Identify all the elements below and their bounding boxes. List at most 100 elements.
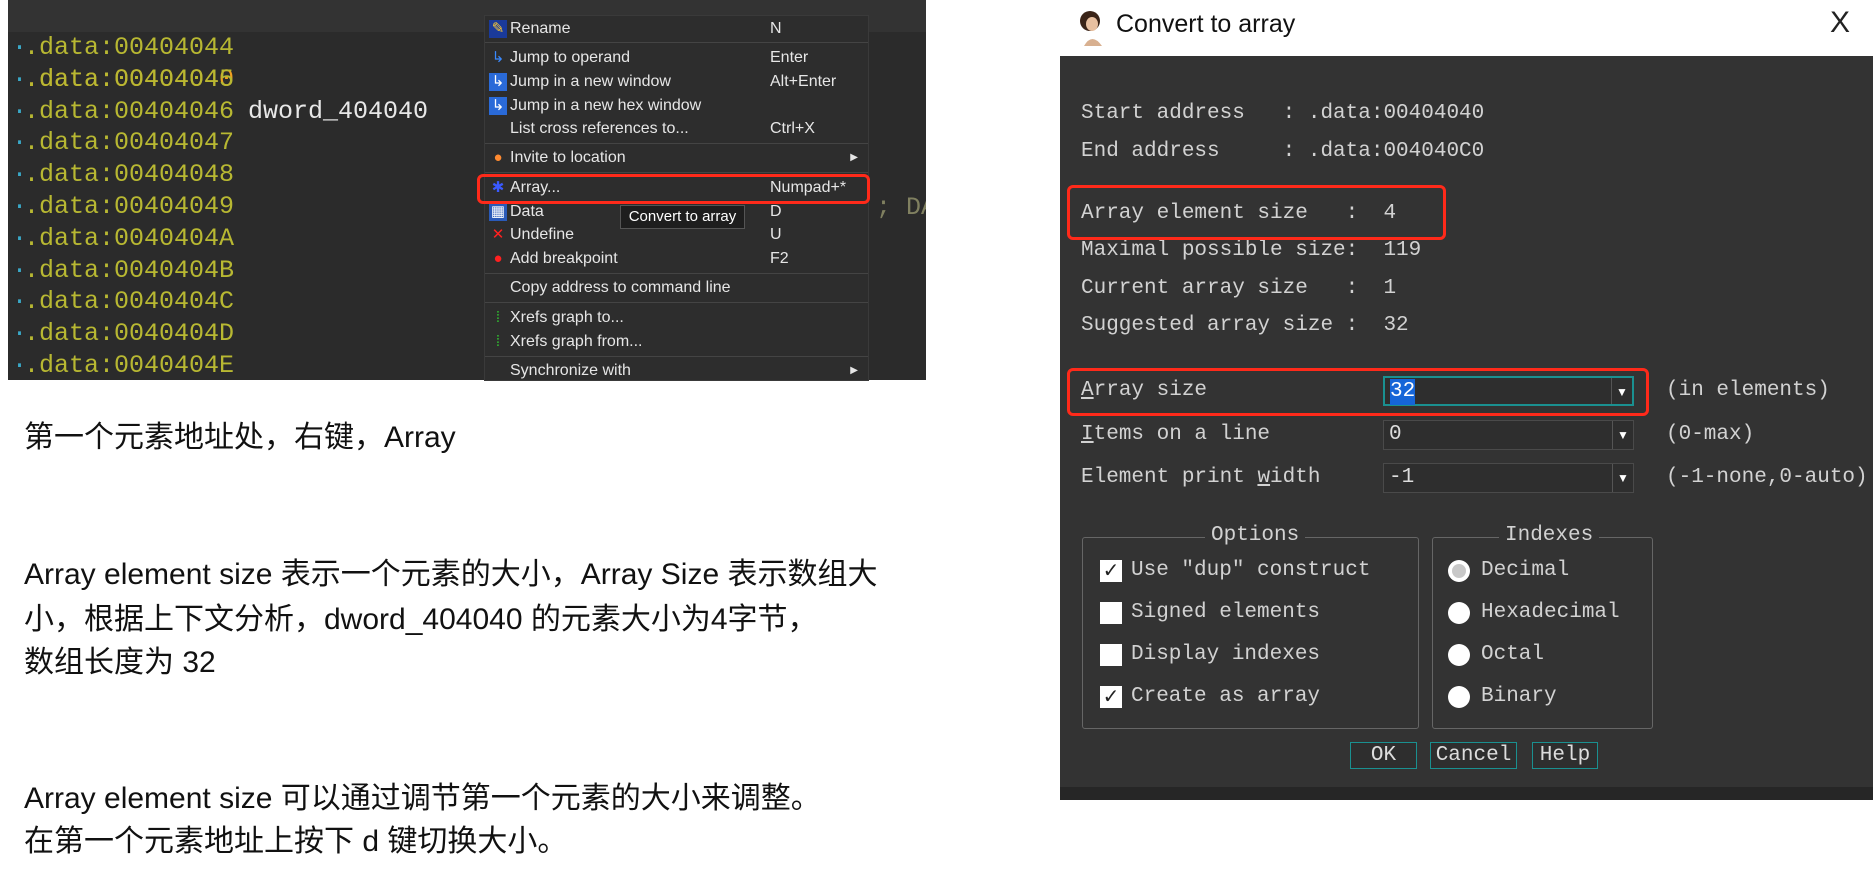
- undefine-x-icon: ✕: [491, 226, 505, 243]
- menu-item-shortcut: U: [770, 226, 782, 243]
- end-address: End address : .data:004040C0: [1081, 140, 1485, 163]
- menu-item-xrefs-graph-to[interactable]: ⁞ Xrefs graph to...: [485, 306, 868, 330]
- radio-button[interactable]: [1448, 644, 1470, 666]
- rename-icon: ✎: [489, 20, 507, 38]
- jump-arrow-icon: ↳: [491, 49, 505, 66]
- menu-item-shortcut: F2: [770, 250, 789, 267]
- array-size-hint: (in elements): [1666, 379, 1830, 402]
- menu-item-shortcut: N: [770, 20, 782, 37]
- menu-item-label: Copy address to command line: [510, 279, 731, 296]
- submenu-arrow-icon: ▶: [850, 365, 858, 376]
- menu-item-add-breakpoint[interactable]: ● Add breakpoint F2: [485, 247, 868, 271]
- address: .data:00404046: [24, 96, 235, 126]
- menu-separator: [485, 356, 868, 357]
- indexes-group: Indexes Decimal Hexadecimal Octal Binary: [1432, 524, 1653, 729]
- checkbox-label[interactable]: Signed elements: [1131, 600, 1320, 626]
- submenu-arrow-icon: ▶: [850, 152, 858, 163]
- address: .data:00404045: [24, 64, 235, 94]
- menu-item-jump-in-a-new-window[interactable]: ↳ Jump in a new window Alt+Enter: [485, 70, 868, 94]
- checkbox[interactable]: [1100, 644, 1122, 666]
- items-on-line-combo[interactable]: 0 ▼: [1383, 420, 1634, 450]
- menu-item-rename[interactable]: ✎ Rename N: [485, 17, 868, 41]
- note-2-line-1: Array element size 表示一个元素的大小，Array Size …: [24, 558, 878, 591]
- maximal-possible-size: Maximal possible size: 119: [1081, 239, 1422, 262]
- xrefs-graph-icon: ⁞: [495, 309, 501, 326]
- suggested-array-size: Suggested array size : 32: [1081, 314, 1409, 337]
- dropdown-arrow-icon[interactable]: ▼: [1612, 421, 1633, 449]
- menu-item-copy-address-to-command-line[interactable]: Copy address to command line: [485, 276, 868, 300]
- radio-label[interactable]: Binary: [1481, 684, 1557, 710]
- checkbox-label[interactable]: Create as array: [1131, 684, 1320, 710]
- menu-item-label: Jump in a new hex window: [510, 97, 702, 114]
- ok-button[interactable]: OK: [1350, 742, 1417, 769]
- hex-window-icon: ↳: [489, 97, 507, 115]
- convert-to-array-dialog: Convert to array X Start address : .data…: [1060, 0, 1873, 800]
- menu-separator: [485, 273, 868, 274]
- menu-item-label: Rename: [510, 20, 571, 37]
- checkbox[interactable]: ✓: [1100, 560, 1122, 582]
- element-print-width-label: Element print width: [1081, 466, 1321, 489]
- menu-item-shortcut: Ctrl+X: [770, 120, 815, 137]
- address: .data:00404047: [24, 128, 235, 158]
- address: .data:00404044: [24, 33, 235, 62]
- radio-label[interactable]: Octal: [1481, 642, 1544, 668]
- menu-item-xrefs-graph-from[interactable]: ⁞ Xrefs graph from...: [485, 330, 868, 354]
- checkbox-label[interactable]: Display indexes: [1131, 642, 1320, 668]
- menu-separator: [485, 143, 868, 144]
- element-print-width-value[interactable]: -1: [1389, 465, 1414, 491]
- breakpoint-icon: ●: [493, 250, 503, 267]
- menu-separator: [485, 42, 868, 43]
- xrefs-graph-icon: ⁞: [495, 333, 501, 350]
- radio-button[interactable]: [1448, 686, 1470, 708]
- menu-item-jump-to-operand[interactable]: ↳ Jump to operand Enter: [485, 46, 868, 70]
- dialog-bottom-edge: [1060, 787, 1873, 800]
- tooltip: Convert to array: [620, 205, 745, 229]
- radio-label[interactable]: Hexadecimal: [1481, 600, 1620, 626]
- address: .data:0040404E: [24, 351, 235, 380]
- menu-item-list-cross-references-to[interactable]: List cross references to... Ctrl+X: [485, 117, 868, 141]
- menu-item-invite-to-location[interactable]: ● Invite to location ▶: [485, 146, 868, 170]
- menu-item-label: List cross references to...: [510, 120, 689, 137]
- note-2-line-2: 小，根据上下文分析，dword_404040 的元素大小为4字节，: [24, 603, 818, 636]
- checkbox[interactable]: [1100, 602, 1122, 624]
- highlight-box-array-size: [1067, 368, 1649, 416]
- menu-separator: [485, 172, 868, 173]
- dropdown-arrow-icon[interactable]: ▼: [1612, 464, 1633, 492]
- radio-label[interactable]: Decimal: [1481, 558, 1569, 584]
- radio-button[interactable]: [1448, 560, 1470, 582]
- note-3-line-2: 在第一个元素地址上按下 d 键切换大小。: [24, 825, 568, 858]
- cancel-button[interactable]: Cancel: [1430, 742, 1517, 769]
- help-button[interactable]: Help: [1532, 742, 1598, 769]
- menu-item-label: Jump in a new window: [510, 73, 671, 90]
- menu-item-label: Xrefs graph to...: [510, 309, 624, 326]
- close-icon[interactable]: X: [1830, 6, 1850, 40]
- menu-item-label: Invite to location: [510, 149, 626, 166]
- options-title: Options: [1205, 524, 1306, 547]
- address: .data:00404048: [24, 160, 235, 190]
- menu-item-label: Undefine: [510, 226, 575, 243]
- ida-logo-icon: [1080, 11, 1102, 46]
- element-print-width-combo[interactable]: -1 ▼: [1383, 463, 1634, 493]
- checkbox[interactable]: ✓: [1100, 686, 1122, 708]
- address: .data:0040404D: [24, 319, 235, 349]
- address: .data:0040404B: [24, 255, 235, 285]
- menu-item-jump-in-a-new-hex-window[interactable]: ↳ Jump in a new hex window: [485, 94, 868, 118]
- address: .data:00404049: [24, 192, 235, 221]
- data-icon: ▦: [489, 203, 507, 221]
- element-print-width-hint: (-1-none,0-auto): [1666, 466, 1868, 489]
- items-on-line-value[interactable]: 0: [1389, 422, 1402, 448]
- new-window-icon: ↳: [489, 73, 507, 91]
- dialog-title: Convert to array: [1116, 10, 1296, 38]
- address: .data:0040404C: [24, 287, 235, 317]
- options-group: Options ✓ Use "dup" construct Signed eleme…: [1082, 524, 1419, 729]
- menu-item-label: Synchronize with: [510, 362, 631, 379]
- radio-button[interactable]: [1448, 602, 1470, 624]
- start-address: Start address : .data:00404040: [1081, 102, 1485, 125]
- checkbox-label[interactable]: Use "dup" construct: [1131, 558, 1370, 584]
- menu-item-synchronize-with[interactable]: Synchronize with ▶: [485, 359, 868, 383]
- current-array-size: Current array size : 1: [1081, 277, 1397, 300]
- address: .data:0040404A: [24, 223, 235, 253]
- title-bar[interactable]: Convert to array X: [1060, 0, 1873, 56]
- menu-item-shortcut: Alt+Enter: [770, 73, 837, 90]
- note-1: 第一个元素地址处，右键，Array: [24, 421, 456, 454]
